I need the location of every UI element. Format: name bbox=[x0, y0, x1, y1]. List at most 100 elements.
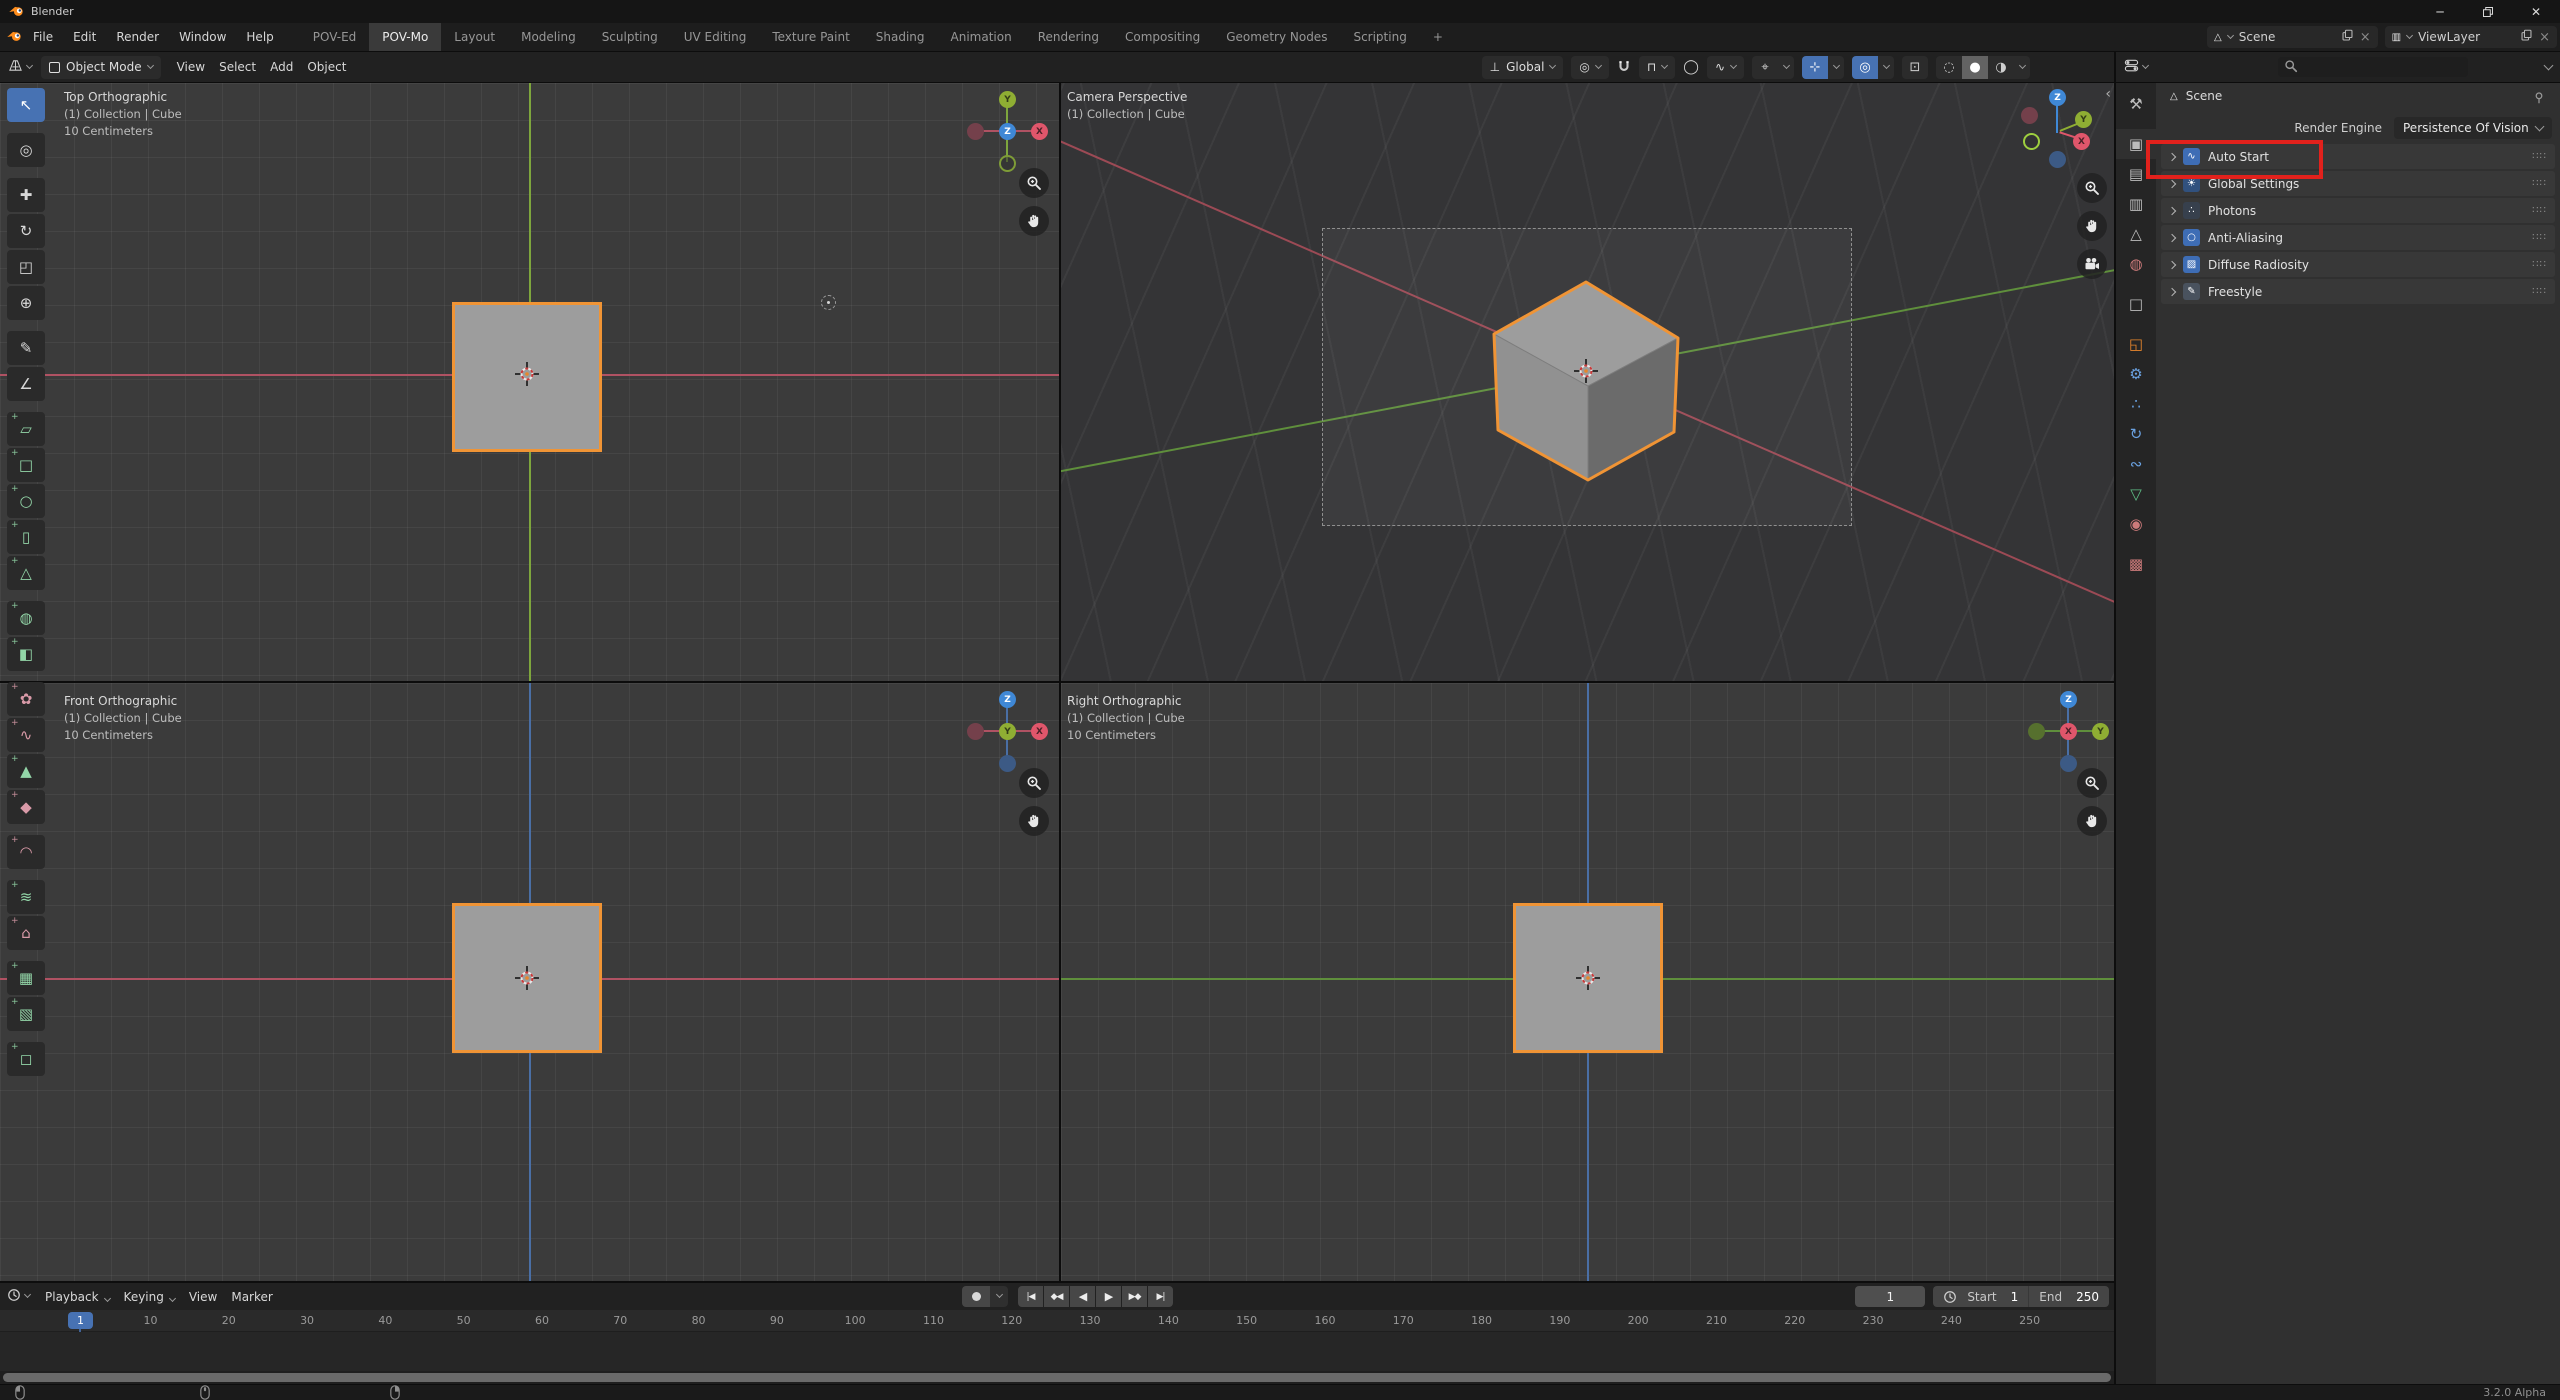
axis-z-neg[interactable] bbox=[2060, 755, 2077, 772]
axis-x-neg[interactable] bbox=[967, 123, 984, 140]
timeline-menu-marker[interactable]: Marker bbox=[224, 1290, 279, 1304]
editor-type-button[interactable] bbox=[8, 58, 32, 76]
properties-tab-object-data[interactable]: ▽ bbox=[2116, 479, 2156, 509]
scrollbar-thumb[interactable] bbox=[3, 1373, 2111, 1382]
zoom-button[interactable] bbox=[1019, 768, 1049, 798]
timeline-tracks[interactable] bbox=[0, 1332, 2114, 1371]
camera-view-button[interactable] bbox=[2077, 249, 2107, 279]
workspace-tab-geometry-nodes[interactable]: Geometry Nodes bbox=[1213, 23, 1340, 51]
zoom-button[interactable] bbox=[1019, 168, 1049, 198]
light-object[interactable] bbox=[821, 295, 836, 310]
axis-x-ball[interactable]: X bbox=[1031, 723, 1048, 740]
panel-freestyle[interactable]: ✎Freestyle∷∷ bbox=[2161, 279, 2555, 304]
properties-search[interactable] bbox=[2278, 57, 2468, 77]
axis-z-neg[interactable] bbox=[2049, 151, 2066, 168]
blender-menu-icon[interactable] bbox=[6, 29, 23, 45]
axis-x-ball[interactable]: X bbox=[1031, 123, 1048, 140]
tool-add-isosurface[interactable]: +▦ bbox=[7, 961, 45, 995]
scene-selector[interactable]: △ Scene × bbox=[2207, 26, 2378, 48]
navigation-gizmo[interactable]: Z Y X bbox=[2021, 89, 2109, 177]
filter-dropdown[interactable] bbox=[2544, 60, 2554, 70]
frame-end-field[interactable]: End250 bbox=[2029, 1286, 2109, 1307]
workspace-tab-compositing[interactable]: Compositing bbox=[1112, 23, 1213, 51]
minimize-button[interactable]: ─ bbox=[2416, 0, 2464, 23]
axis-z-neg[interactable] bbox=[999, 755, 1016, 772]
current-frame-field[interactable]: 1 bbox=[1855, 1286, 1925, 1307]
quadrant-camera-perspective[interactable]: Camera Perspective (1) Collection | Cube… bbox=[1061, 83, 2114, 681]
workspace-tab-sculpting[interactable]: Sculpting bbox=[589, 23, 671, 51]
viewlayer-name[interactable]: ViewLayer bbox=[2418, 30, 2514, 44]
shading-wireframe-button[interactable]: ◌ bbox=[1936, 56, 1962, 79]
navigation-gizmo[interactable]: Z X Y bbox=[963, 687, 1051, 775]
workspace-tab-pov-ed[interactable]: POV-Ed bbox=[300, 23, 370, 51]
tool-cursor[interactable]: ◎ bbox=[7, 133, 45, 167]
tool-add-heightfield[interactable]: +▲ bbox=[7, 754, 45, 788]
frame-start-field[interactable]: Start1 bbox=[1957, 1286, 2028, 1307]
tool-add-lathe[interactable]: +⌂ bbox=[7, 916, 45, 950]
axis-z-ball[interactable]: Z bbox=[2060, 691, 2077, 708]
snap-with-dropdown[interactable]: ⊓ bbox=[1639, 56, 1675, 79]
workspace-tab-animation[interactable]: Animation bbox=[938, 23, 1025, 51]
menu-file[interactable]: File bbox=[23, 23, 63, 51]
axis-x-ball[interactable]: X bbox=[2060, 723, 2077, 740]
use-preview-range-icon[interactable] bbox=[1933, 1286, 1957, 1307]
pan-hand-button[interactable] bbox=[2077, 806, 2107, 836]
editor-type-button[interactable] bbox=[2124, 58, 2148, 76]
workspace-tab-pov-mo[interactable]: POV-Mo bbox=[369, 23, 441, 51]
pan-hand-button[interactable] bbox=[1019, 206, 1049, 236]
properties-tab-collection[interactable]: □ bbox=[2116, 289, 2156, 319]
new-scene-icon[interactable] bbox=[2341, 29, 2354, 45]
tool-add-rainbow[interactable]: +◠ bbox=[7, 835, 45, 869]
axis-z-ball[interactable]: Z bbox=[2049, 89, 2066, 106]
jump-to-end-button[interactable]: ▶| bbox=[1148, 1286, 1173, 1307]
timeline-menu-view[interactable]: View bbox=[182, 1290, 224, 1304]
menu-render[interactable]: Render bbox=[106, 23, 169, 51]
overlays-dropdown[interactable] bbox=[1878, 56, 1894, 79]
workspace-tab-scripting[interactable]: Scripting bbox=[1340, 23, 1419, 51]
play-reverse-button[interactable]: ◀ bbox=[1070, 1286, 1095, 1307]
menu-help[interactable]: Help bbox=[236, 23, 283, 51]
viewport-menu-select[interactable]: Select bbox=[212, 60, 263, 74]
workspace-tab-texture-paint[interactable]: Texture Paint bbox=[759, 23, 862, 51]
navigation-gizmo[interactable]: Y X Z bbox=[963, 87, 1051, 175]
properties-tab-modifiers[interactable]: ⚙ bbox=[2116, 359, 2156, 389]
tool-add-sphere[interactable]: +○ bbox=[7, 484, 45, 518]
axis-y-ball[interactable]: Y bbox=[999, 91, 1016, 108]
axis-y-neg[interactable] bbox=[2028, 723, 2045, 740]
viewlayer-selector[interactable]: ▥ ViewLayer × bbox=[2385, 26, 2557, 48]
visibility-dropdown[interactable]: ⌖ bbox=[1752, 56, 1794, 79]
tool-scale[interactable]: ◰ bbox=[7, 250, 45, 284]
mode-dropdown[interactable]: Object Mode bbox=[41, 56, 161, 79]
axis-y-neg[interactable] bbox=[2023, 133, 2040, 150]
pan-hand-button[interactable] bbox=[1019, 806, 1049, 836]
menu-window[interactable]: Window bbox=[169, 23, 236, 51]
show-overlays-toggle[interactable]: ◎ bbox=[1852, 56, 1878, 79]
tool-add-polygon[interactable]: +◆ bbox=[7, 790, 45, 824]
tool-add-spring[interactable]: +≋ bbox=[7, 880, 45, 914]
proportional-editing-toggle[interactable]: ◯ bbox=[1683, 59, 1699, 75]
properties-tab-scene[interactable]: △ bbox=[2116, 219, 2156, 249]
timeline-menu-playback[interactable]: Playback bbox=[38, 1290, 117, 1304]
falloff-dropdown[interactable]: ∿ bbox=[1707, 56, 1744, 79]
properties-tab-tool[interactable]: ⚒ bbox=[2116, 89, 2156, 119]
axis-x-ball[interactable]: X bbox=[2073, 133, 2090, 150]
drag-handle-icon[interactable]: ∷∷ bbox=[2532, 178, 2547, 189]
editor-type-button[interactable] bbox=[7, 1288, 30, 1305]
axis-y-ball[interactable]: Y bbox=[999, 723, 1016, 740]
auto-keying-dropdown[interactable] bbox=[990, 1286, 1008, 1307]
expand-arrow-icon[interactable] bbox=[2168, 206, 2176, 214]
search-input[interactable] bbox=[2303, 60, 2453, 74]
xray-toggle[interactable]: ⊡ bbox=[1902, 56, 1928, 79]
pan-hand-button[interactable] bbox=[2077, 211, 2107, 241]
transform-pivot-dropdown[interactable]: ◎ bbox=[1571, 56, 1608, 79]
expand-arrow-icon[interactable] bbox=[2168, 260, 2176, 268]
zoom-button[interactable] bbox=[2077, 173, 2107, 203]
tool-add-water[interactable]: +▧ bbox=[7, 997, 45, 1031]
properties-tab-object[interactable]: ◱ bbox=[2116, 329, 2156, 359]
tool-add-plane[interactable]: +▱ bbox=[7, 412, 45, 446]
auto-keying-toggle[interactable] bbox=[962, 1286, 990, 1307]
timeline-scrollbar[interactable] bbox=[0, 1371, 2114, 1384]
show-gizmo-toggle[interactable]: ⊹ bbox=[1802, 56, 1828, 79]
tool-add-blob[interactable]: +✿ bbox=[7, 682, 45, 716]
drag-handle-icon[interactable]: ∷∷ bbox=[2532, 286, 2547, 297]
